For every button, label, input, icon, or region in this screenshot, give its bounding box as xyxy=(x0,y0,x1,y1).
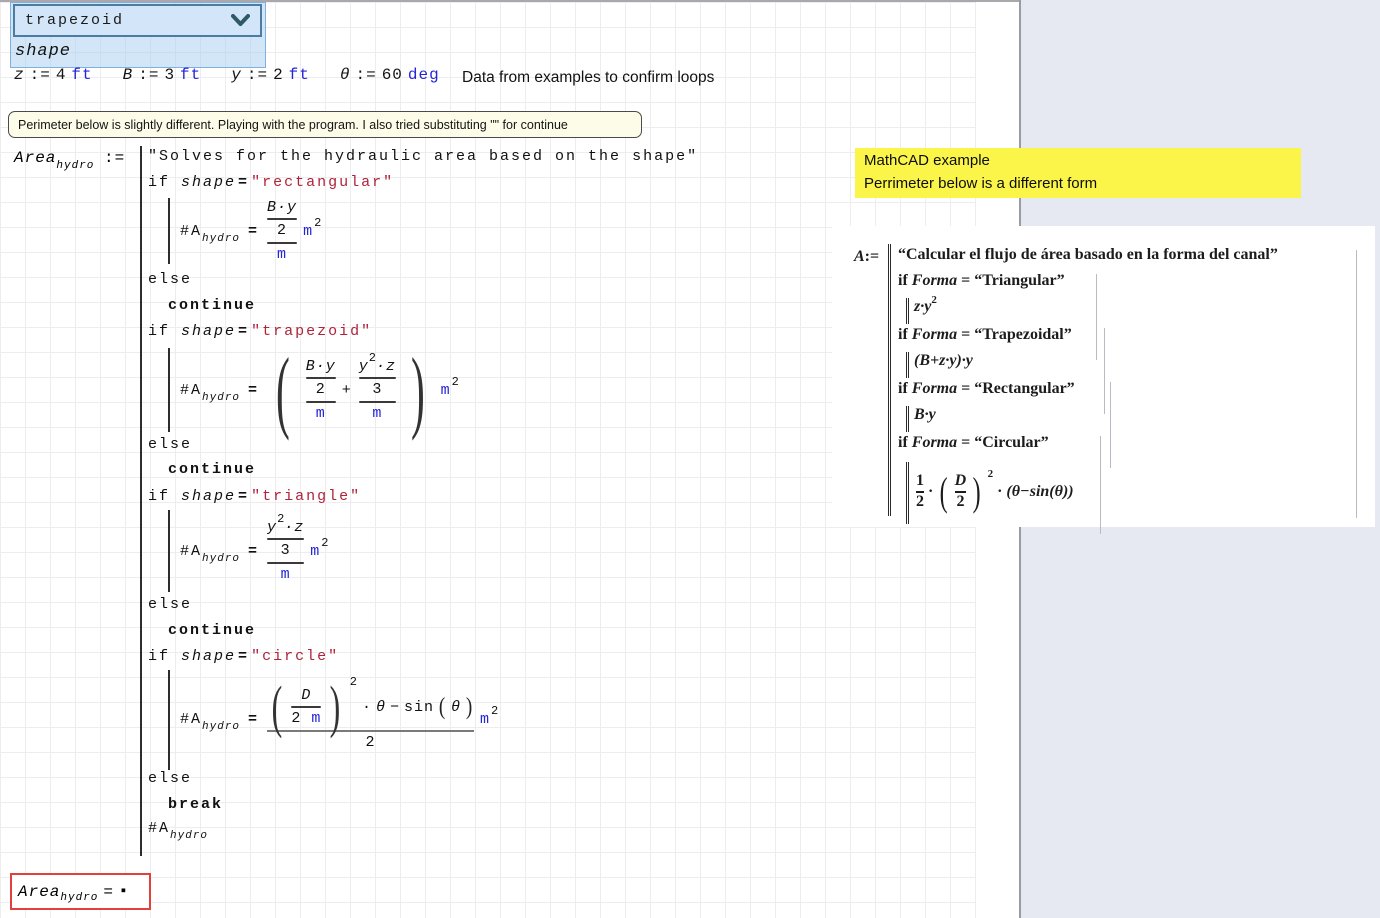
shape-variable-label: shape xyxy=(15,42,71,61)
branch-bar xyxy=(168,348,170,432)
else-line: else xyxy=(148,770,192,787)
else-line: else xyxy=(148,436,192,453)
shape-dropdown[interactable]: trapezoid xyxy=(13,4,262,37)
definitions-note: Data from examples to confirm loops xyxy=(462,69,714,87)
if-trapezoid-line: if shape="trapezoid" xyxy=(148,323,372,340)
definition-theta[interactable]: θ := 60 deg xyxy=(340,66,440,84)
inset-if-circular: if Forma = “Circular” xyxy=(898,434,1049,452)
branch-bar xyxy=(168,510,170,592)
triangle-formula: #Ahydro = y2·z3m m2 xyxy=(180,508,329,594)
callout-line1: MathCAD example xyxy=(864,149,1292,172)
inset-if-rectangular: if Forma = “Rectangular” xyxy=(898,380,1075,398)
var-unit: deg xyxy=(408,66,440,84)
var-value: 2 xyxy=(273,66,284,84)
callout-line2: Perrimeter below is a different form xyxy=(864,172,1292,195)
assign-op: := xyxy=(30,66,51,84)
inset-description: “Calcular el flujo de área basado en la … xyxy=(898,246,1278,264)
comment-text: Perimeter below is slightly different. P… xyxy=(18,118,568,132)
else-line: else xyxy=(148,596,192,613)
var-unit: ft xyxy=(180,66,201,84)
program-lhs: Areahydro := xyxy=(14,149,125,167)
assign-op: := xyxy=(138,66,159,84)
inset-body-circular: 12 · ( D2 ) 2 · (θ−sin(θ)) xyxy=(916,460,1074,524)
chevron-down-icon xyxy=(231,14,250,27)
assign-op: := xyxy=(247,66,268,84)
break-line: break xyxy=(168,796,223,813)
callout-note: MathCAD example Perrimeter below is a di… xyxy=(855,148,1301,198)
inset-lhs: A:= xyxy=(854,248,879,266)
result-placeholder: ▪ xyxy=(119,883,129,900)
var-name: y xyxy=(231,66,242,84)
var-name: θ xyxy=(340,66,351,84)
program-bracket xyxy=(906,406,909,432)
inset-body-triangular: z·y2 xyxy=(914,298,937,316)
if-circle-line: if shape="circle" xyxy=(148,648,339,665)
continue-line: continue xyxy=(168,461,256,478)
inset-if-triangular: if Forma = “Triangular” xyxy=(898,272,1065,290)
definition-B[interactable]: B := 3 ft xyxy=(123,66,202,84)
var-value: 3 xyxy=(164,66,175,84)
var-name: z xyxy=(14,66,25,84)
assign-op: := xyxy=(355,66,376,84)
comment-box[interactable]: Perimeter below is slightly different. P… xyxy=(8,111,642,138)
definition-y[interactable]: y := 2 ft xyxy=(231,66,310,84)
inset-body-rectangular: B·y xyxy=(914,406,936,424)
return-line: #Ahydro xyxy=(148,820,208,837)
shape-dropdown-value: trapezoid xyxy=(25,12,231,29)
mathcad-example-image: A:= “Calcular el flujo de área basado en… xyxy=(832,226,1375,527)
program-bracket xyxy=(888,244,891,516)
if-rectangular-line: if shape="rectangular" xyxy=(148,174,394,191)
continue-line: continue xyxy=(168,297,256,314)
circle-formula: #Ahydro = ( D2 m ) 2 ·θ −sin (θ) 2 m2 xyxy=(180,668,498,770)
result-var: Area xyxy=(18,883,60,901)
var-name: B xyxy=(123,66,134,84)
continue-line: continue xyxy=(168,622,256,639)
inset-if-trapezoidal: if Forma = “Trapezoidal” xyxy=(898,326,1072,344)
result-var-sub: hydro xyxy=(60,892,98,904)
result-region[interactable]: Areahydro = ▪ xyxy=(10,873,151,910)
branch-bar xyxy=(168,670,170,770)
if-triangle-line: if shape="triangle" xyxy=(148,488,361,505)
var-unit: ft xyxy=(289,66,310,84)
var-value: 60 xyxy=(382,66,403,84)
trapezoid-formula: #Ahydro = ( B·y2m + y2·z3m ) m2 xyxy=(180,346,459,434)
inset-body-trapezoidal: (B+z·y)·y xyxy=(914,352,973,370)
branch-bar xyxy=(168,198,170,264)
plus-op: + xyxy=(342,382,353,399)
rect-formula: #Ahydro = B·y2m m2 xyxy=(180,198,321,264)
worksheet-grid xyxy=(0,2,976,918)
program-bracket xyxy=(906,462,909,524)
program-description-string: "Solves for the hydraulic area based on … xyxy=(148,148,698,165)
var-value: 4 xyxy=(56,66,67,84)
else-line: else xyxy=(148,271,192,288)
equals-sign: = xyxy=(103,883,114,901)
program-main-bar xyxy=(140,146,142,856)
program-bracket xyxy=(906,352,909,378)
definition-z[interactable]: z := 4 ft xyxy=(14,66,93,84)
program-bracket xyxy=(906,298,909,324)
var-unit: ft xyxy=(71,66,92,84)
variable-definitions[interactable]: z := 4 ft B := 3 ft y := 2 ft θ := 60 de… xyxy=(14,66,440,84)
